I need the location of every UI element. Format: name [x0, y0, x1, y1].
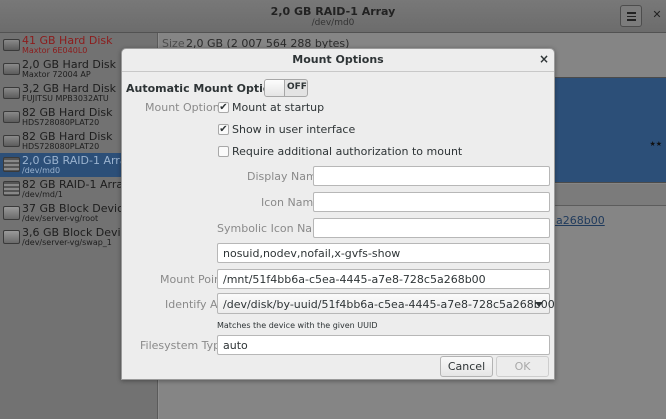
- show-in-ui-checkbox[interactable]: ✔: [218, 124, 229, 135]
- hamburger-icon: [626, 12, 636, 14]
- mount-options-label: Mount Options: [145, 101, 226, 114]
- dialog-separator: [122, 71, 554, 72]
- identify-as-hint: Matches the device with the given UUID: [217, 321, 378, 330]
- symbolic-icon-name-field[interactable]: [313, 218, 550, 238]
- mount-at-startup-checkbox[interactable]: ✔: [218, 102, 229, 113]
- window-title: 2,0 GB RAID-1 Array: [270, 5, 396, 18]
- filesystem-type-label: Filesystem Type: [140, 339, 227, 352]
- dialog-title: Mount Options: [292, 53, 384, 66]
- hard-disk-icon: [3, 111, 20, 123]
- mount-options-field[interactable]: nosuid,nodev,nofail,x-gvfs-show: [217, 243, 550, 263]
- hard-disk-icon: [3, 39, 20, 51]
- automatic-mount-options-label: Automatic Mount Options: [126, 82, 285, 95]
- menu-button[interactable]: [620, 5, 642, 27]
- switch-state: OFF: [287, 82, 307, 92]
- automatic-mount-switch[interactable]: OFF: [264, 79, 308, 97]
- window-close-button[interactable]: ✕: [651, 9, 663, 21]
- mount-point-label: Mount Point: [160, 273, 226, 286]
- raid-array-icon: [3, 181, 20, 196]
- raid-array-icon: [3, 157, 20, 172]
- chevron-down-icon: [535, 302, 543, 307]
- icon-name-field[interactable]: [313, 192, 550, 212]
- require-auth-checkbox[interactable]: [218, 146, 229, 157]
- hard-disk-icon: [3, 135, 20, 147]
- filesystem-type-field[interactable]: auto: [217, 335, 550, 355]
- close-icon[interactable]: ×: [539, 52, 549, 66]
- ok-button[interactable]: OK: [496, 356, 549, 377]
- uuid-link[interactable]: 5a268b00: [549, 214, 605, 227]
- identify-as-label: Identify As: [165, 298, 224, 311]
- identify-as-value: /dev/disk/by-uuid/51f4bb6a-c5ea-4445-a7e…: [223, 298, 555, 311]
- block-device-icon: [3, 230, 20, 244]
- mount-options-dialog: Mount Options × Automatic Mount Options …: [121, 48, 555, 380]
- hard-disk-icon: [3, 63, 20, 75]
- identify-as-dropdown[interactable]: /dev/disk/by-uuid/51f4bb6a-c5ea-4445-a7e…: [217, 293, 555, 314]
- show-in-ui-label: Show in user interface: [232, 123, 356, 136]
- display-name-field[interactable]: [313, 166, 550, 186]
- hard-disk-icon: [3, 87, 20, 99]
- require-auth-label: Require additional authorization to moun…: [232, 145, 463, 158]
- mount-at-startup-label: Mount at startup: [232, 101, 325, 114]
- mount-point-field[interactable]: /mnt/51f4bb6a-c5ea-4445-a7e8-728c5a268b0…: [217, 269, 550, 289]
- block-device-icon: [3, 206, 20, 220]
- window-subtitle: /dev/md0: [311, 18, 355, 28]
- cancel-button[interactable]: Cancel: [440, 356, 493, 377]
- switch-knob: [265, 80, 285, 96]
- header-bar: 2,0 GB RAID-1 Array /dev/md0 ✕: [0, 0, 666, 33]
- icon-name-label: Icon Name: [261, 196, 320, 209]
- volume-stars-icon: ★★: [649, 140, 662, 148]
